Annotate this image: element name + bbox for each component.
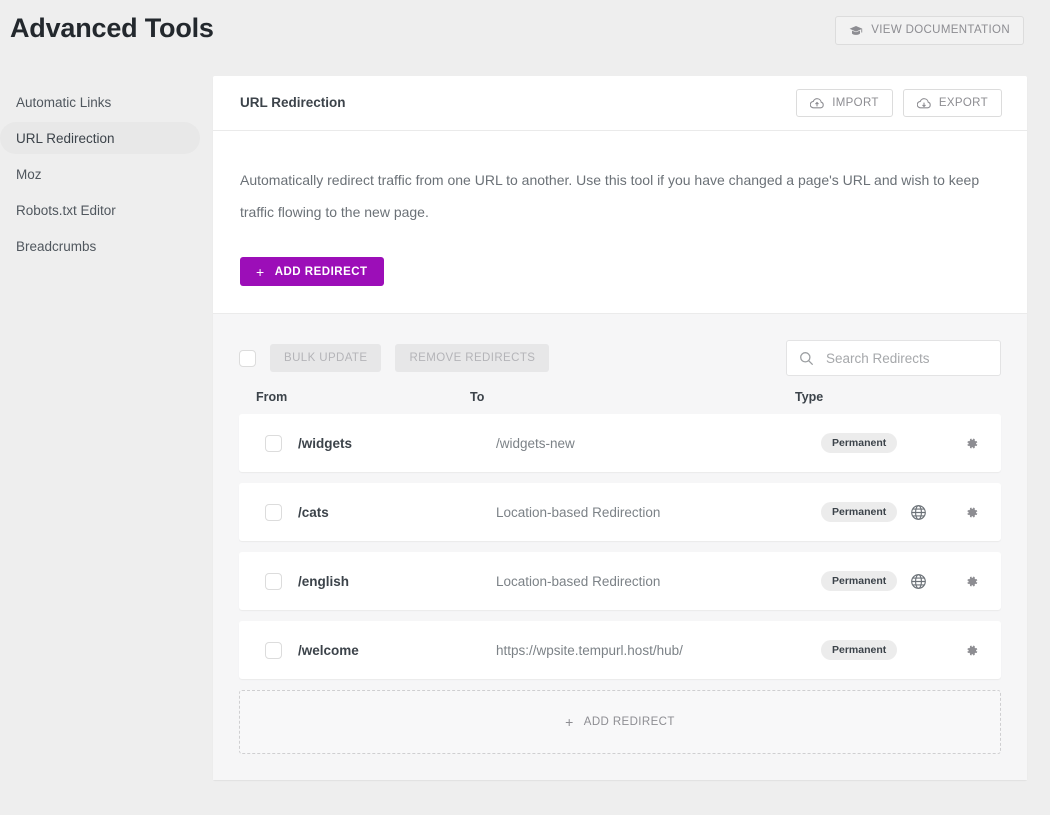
column-header-to: To xyxy=(470,390,795,404)
card-description: Automatically redirect traffic from one … xyxy=(240,164,992,228)
row-settings-button[interactable] xyxy=(964,483,979,541)
plus-icon: + xyxy=(256,265,265,279)
row-to: https://wpsite.tempurl.host/hub/ xyxy=(496,643,821,658)
globe-icon xyxy=(910,573,927,590)
add-redirect-label: ADD REDIRECT xyxy=(275,266,368,278)
select-all-checkbox[interactable] xyxy=(239,350,256,367)
row-checkbox[interactable] xyxy=(265,573,282,590)
table-toolbar: BULK UPDATE REMOVE REDIRECTS xyxy=(239,336,1001,380)
status-badge: Permanent xyxy=(821,433,897,453)
row-checkbox[interactable] xyxy=(265,642,282,659)
bulk-update-label: BULK UPDATE xyxy=(284,352,367,364)
sidebar-item-label: Automatic Links xyxy=(16,95,111,110)
row-checkbox[interactable] xyxy=(265,435,282,452)
sidebar-item-moz[interactable]: Moz xyxy=(0,158,200,190)
add-redirect-row-button[interactable]: + ADD REDIRECT xyxy=(239,690,1001,754)
sidebar-item-label: Moz xyxy=(16,167,42,182)
table-row[interactable]: /welcome https://wpsite.tempurl.host/hub… xyxy=(239,621,1001,679)
gear-icon xyxy=(964,574,979,589)
table-row[interactable]: /english Location-based Redirection Perm… xyxy=(239,552,1001,610)
card-title: URL Redirection xyxy=(240,95,346,110)
redirects-table-section: BULK UPDATE REMOVE REDIRECTS From xyxy=(213,313,1027,780)
table-row[interactable]: /widgets /widgets-new Permanent xyxy=(239,414,1001,472)
export-button[interactable]: EXPORT xyxy=(903,89,1002,117)
row-to: Location-based Redirection xyxy=(496,505,821,520)
gear-icon xyxy=(964,505,979,520)
row-from: /welcome xyxy=(298,643,496,658)
row-from: /cats xyxy=(298,505,496,520)
row-to: Location-based Redirection xyxy=(496,574,821,589)
card-header: URL Redirection IMPORT xyxy=(213,76,1027,131)
export-label: EXPORT xyxy=(939,97,988,109)
sidebar-item-robots-txt-editor[interactable]: Robots.txt Editor xyxy=(0,194,200,226)
row-settings-button[interactable] xyxy=(964,621,979,679)
table-column-headers: From To Type xyxy=(239,380,1001,414)
remove-redirects-label: REMOVE REDIRECTS xyxy=(409,352,535,364)
column-header-type: Type xyxy=(795,390,1001,404)
row-to: /widgets-new xyxy=(496,436,821,451)
view-documentation-button[interactable]: VIEW DOCUMENTATION xyxy=(835,16,1024,45)
sidebar-item-label: Robots.txt Editor xyxy=(16,203,116,218)
sidebar-item-automatic-links[interactable]: Automatic Links xyxy=(0,86,200,118)
status-badge: Permanent xyxy=(821,502,897,522)
import-button[interactable]: IMPORT xyxy=(796,89,893,117)
sidebar-item-url-redirection[interactable]: URL Redirection xyxy=(0,122,200,154)
row-from: /widgets xyxy=(298,436,496,451)
cloud-upload-icon xyxy=(810,98,824,109)
top-header: Advanced Tools VIEW DOCUMENTATION xyxy=(0,0,1050,74)
search-box[interactable] xyxy=(786,340,1001,376)
search-input[interactable] xyxy=(824,350,1005,367)
card-header-actions: IMPORT EXPORT xyxy=(796,89,1002,117)
status-badge: Permanent xyxy=(821,640,897,660)
page-title: Advanced Tools xyxy=(10,13,214,44)
globe-icon xyxy=(910,504,927,521)
row-settings-button[interactable] xyxy=(964,414,979,472)
sidebar-item-label: URL Redirection xyxy=(16,131,115,146)
advanced-tools-page: Advanced Tools VIEW DOCUMENTATION Automa… xyxy=(0,0,1050,815)
graduation-cap-icon xyxy=(849,25,863,37)
bulk-update-button[interactable]: BULK UPDATE xyxy=(270,344,381,372)
search-icon xyxy=(799,351,814,366)
column-header-from: From xyxy=(256,390,470,404)
cloud-download-icon xyxy=(917,98,931,109)
table-row[interactable]: /cats Location-based Redirection Permane… xyxy=(239,483,1001,541)
gear-icon xyxy=(964,436,979,451)
remove-redirects-button[interactable]: REMOVE REDIRECTS xyxy=(395,344,549,372)
gear-icon xyxy=(964,643,979,658)
import-label: IMPORT xyxy=(832,97,879,109)
status-badge: Permanent xyxy=(821,571,897,591)
sidebar-item-label: Breadcrumbs xyxy=(16,239,96,254)
row-settings-button[interactable] xyxy=(964,552,979,610)
add-redirect-button[interactable]: + ADD REDIRECT xyxy=(240,257,384,286)
row-checkbox[interactable] xyxy=(265,504,282,521)
view-documentation-label: VIEW DOCUMENTATION xyxy=(871,25,1010,37)
sidebar: Automatic Links URL Redirection Moz Robo… xyxy=(0,86,200,266)
sidebar-item-breadcrumbs[interactable]: Breadcrumbs xyxy=(0,230,200,262)
url-redirection-card: URL Redirection IMPORT xyxy=(213,76,1027,780)
plus-icon: + xyxy=(565,714,574,730)
row-from: /english xyxy=(298,574,496,589)
card-body: Automatically redirect traffic from one … xyxy=(213,131,1027,313)
add-redirect-row-label: ADD REDIRECT xyxy=(584,716,675,728)
